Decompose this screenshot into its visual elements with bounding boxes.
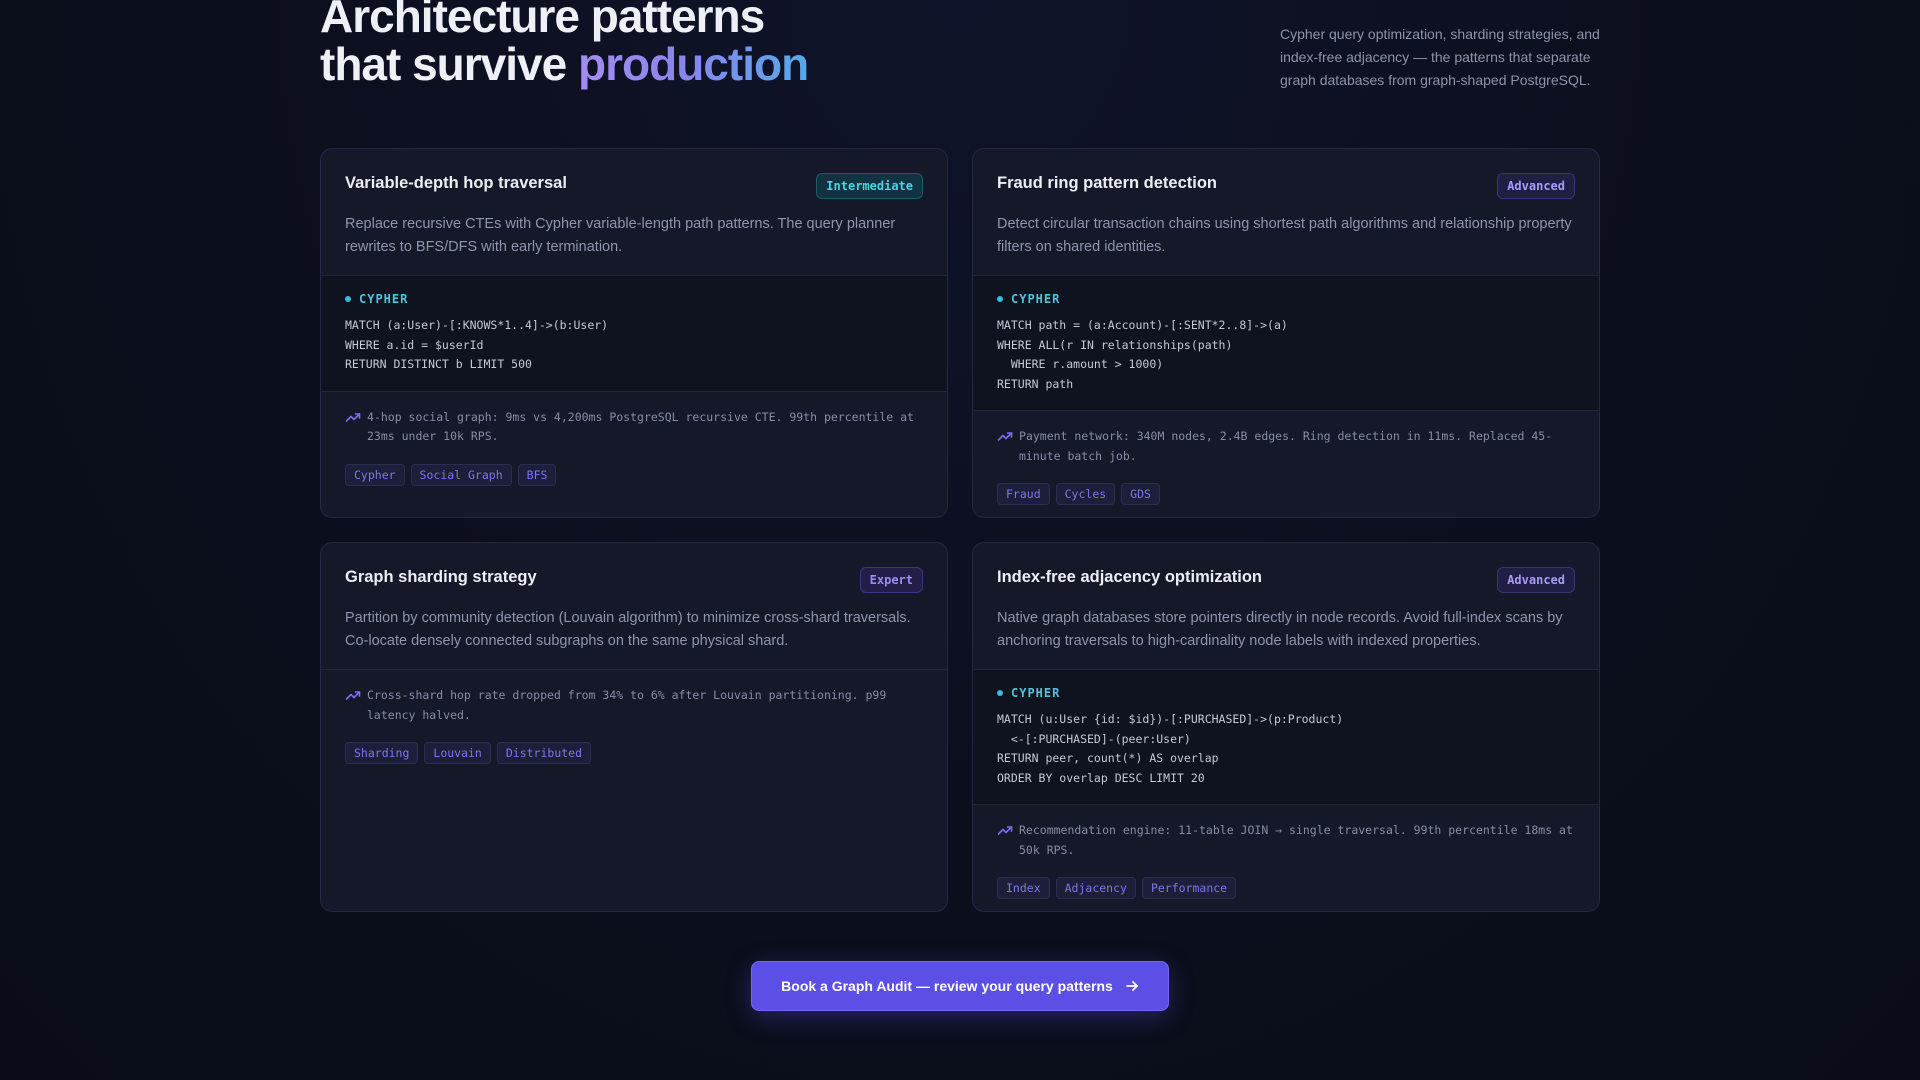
- tag[interactable]: BFS: [517, 463, 557, 486]
- page: Architecture patterns that survive produ…: [0, 0, 1920, 1080]
- book-graph-audit-button[interactable]: Book a Graph Audit — review your query p…: [751, 961, 1169, 1011]
- tag[interactable]: GDS: [1121, 483, 1160, 505]
- code-language-label: CYPHER: [1011, 292, 1061, 306]
- metric-row: Payment network: 340M nodes, 2.4B edges.…: [997, 427, 1575, 466]
- tag[interactable]: Cycles: [1055, 483, 1116, 505]
- metric-text: Cross-shard hop rate dropped from 34% to…: [367, 688, 887, 722]
- card-title-row: Variable-depth hop traversal Intermediat…: [345, 173, 923, 199]
- tag[interactable]: Social Graph: [410, 463, 512, 486]
- tag[interactable]: Sharding: [345, 742, 419, 764]
- title-accent: production: [578, 38, 809, 90]
- card-header: Graph sharding strategy Expert Partition…: [321, 543, 947, 670]
- card-header: Index-free adjacency optimization Advanc…: [973, 543, 1599, 670]
- trending-up-icon: [345, 691, 361, 700]
- tag-list: Fraud Cycles GDS: [997, 483, 1575, 505]
- card-title: Index-free adjacency optimization: [997, 568, 1262, 586]
- tag-list: Cypher Social Graph BFS: [345, 463, 923, 486]
- card-title: Fraud ring pattern detection: [997, 174, 1218, 192]
- card-description: Replace recursive CTEs with Cypher varia…: [345, 216, 896, 255]
- cta-container: Book a Graph Audit — review your query p…: [0, 961, 1920, 1011]
- code-language-label: CYPHER: [359, 292, 409, 306]
- card-footer: Recommendation engine: 11-table JOIN → s…: [973, 805, 1599, 911]
- card-title: Variable-depth hop traversal: [345, 174, 567, 192]
- arrow-right-icon: [1125, 981, 1138, 991]
- card-footer: 4-hop social graph: 9ms vs 4,200ms Postg…: [321, 392, 947, 510]
- tag[interactable]: Distributed: [496, 742, 592, 764]
- tag[interactable]: Fraud: [997, 483, 1050, 505]
- title-line-2: that survive: [320, 38, 578, 90]
- card-header: Variable-depth hop traversal Intermediat…: [321, 149, 947, 276]
- card-description: Detect circular transaction chains using…: [997, 216, 1572, 255]
- pattern-card-sharding: Graph sharding strategy Expert Partition…: [320, 542, 948, 912]
- metric-text: Recommendation engine: 11-table JOIN → s…: [1019, 823, 1573, 857]
- language-dot-icon: [997, 296, 1003, 302]
- card-footer: Cross-shard hop rate dropped from 34% to…: [321, 670, 947, 788]
- language-dot-icon: [345, 296, 351, 302]
- card-title: Graph sharding strategy: [345, 568, 537, 586]
- card-title-row: Index-free adjacency optimization Advanc…: [997, 567, 1575, 593]
- tag[interactable]: Adjacency: [1055, 877, 1136, 899]
- code-block: CYPHER MATCH (a:User)-[:KNOWS*1..4]->(b:…: [321, 276, 947, 392]
- code-language: CYPHER: [997, 292, 1575, 306]
- code-block: CYPHER MATCH path = (a:Account)-[:SENT*2…: [973, 276, 1599, 411]
- metric-row: Recommendation engine: 11-table JOIN → s…: [997, 821, 1575, 860]
- title-line-1: Architecture patterns: [320, 0, 765, 42]
- card-header: Fraud ring pattern detection Advanced De…: [973, 149, 1599, 276]
- code-snippet: MATCH (a:User)-[:KNOWS*1..4]->(b:User) W…: [345, 318, 609, 371]
- tag[interactable]: Index: [997, 877, 1050, 899]
- card-footer: Payment network: 340M nodes, 2.4B edges.…: [973, 411, 1599, 517]
- card-title-row: Graph sharding strategy Expert: [345, 567, 923, 593]
- language-dot-icon: [997, 690, 1003, 696]
- metric-text: Payment network: 340M nodes, 2.4B edges.…: [1019, 429, 1553, 463]
- metric-text: 4-hop social graph: 9ms vs 4,200ms Postg…: [367, 409, 914, 444]
- code-snippet: MATCH path = (a:Account)-[:SENT*2..8]->(…: [997, 318, 1288, 391]
- code-language: CYPHER: [997, 686, 1575, 700]
- card-title-row: Fraud ring pattern detection Advanced: [997, 173, 1575, 199]
- pattern-card-fraud-ring: Fraud ring pattern detection Advanced De…: [972, 148, 1600, 518]
- card-description: Partition by community detection (Louvai…: [345, 610, 911, 649]
- difficulty-badge: Advanced: [1497, 173, 1575, 199]
- card-description: Native graph databases store pointers di…: [997, 610, 1563, 649]
- difficulty-badge: Advanced: [1497, 567, 1575, 593]
- tag[interactable]: Performance: [1141, 877, 1237, 899]
- section-description: Cypher query optimization, sharding stra…: [1280, 26, 1600, 88]
- difficulty-badge: Expert: [859, 567, 923, 593]
- cta-label: Book a Graph Audit — review your query p…: [781, 978, 1113, 994]
- tag[interactable]: Cypher: [345, 463, 405, 486]
- tag-list: Index Adjacency Performance: [997, 877, 1575, 899]
- pattern-card-hop-traversal: Variable-depth hop traversal Intermediat…: [320, 148, 948, 518]
- trending-up-icon: [997, 826, 1013, 835]
- code-language: CYPHER: [345, 292, 923, 306]
- metric-row: Cross-shard hop rate dropped from 34% to…: [345, 686, 923, 725]
- difficulty-badge: Intermediate: [816, 173, 923, 199]
- trending-up-icon: [345, 412, 361, 422]
- code-language-label: CYPHER: [1011, 686, 1061, 700]
- pattern-grid: Variable-depth hop traversal Intermediat…: [320, 148, 1600, 912]
- section-header: Architecture patterns that survive produ…: [320, 0, 1600, 102]
- trending-up-icon: [997, 432, 1013, 441]
- tag[interactable]: Louvain: [424, 742, 491, 764]
- code-snippet: MATCH (u:User {id: $id})-[:PURCHASED]->(…: [997, 712, 1344, 785]
- tag-list: Sharding Louvain Distributed: [345, 742, 923, 764]
- metric-row: 4-hop social graph: 9ms vs 4,200ms Postg…: [345, 408, 923, 447]
- code-block: CYPHER MATCH (u:User {id: $id})-[:PURCHA…: [973, 670, 1599, 805]
- pattern-card-index-free-adjacency: Index-free adjacency optimization Advanc…: [972, 542, 1600, 912]
